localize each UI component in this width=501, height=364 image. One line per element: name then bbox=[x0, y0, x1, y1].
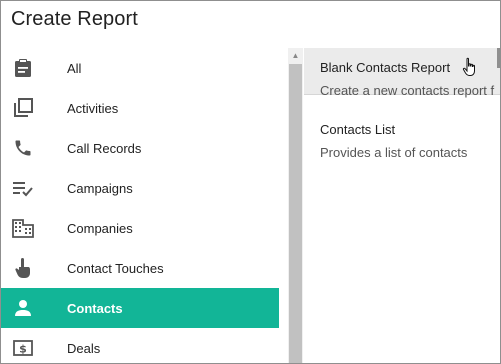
category-call-records[interactable]: Call Records bbox=[1, 128, 279, 168]
dollar-icon: $ bbox=[12, 338, 34, 358]
svg-text:$: $ bbox=[19, 343, 27, 356]
category-campaigns[interactable]: Campaigns bbox=[1, 168, 279, 208]
category-list: All Activities Call Records Campaigns Co… bbox=[1, 48, 279, 363]
report-list: Blank Contacts Report Create a new conta… bbox=[304, 48, 500, 363]
category-deals[interactable]: $ Deals bbox=[1, 328, 279, 363]
category-label: Deals bbox=[67, 340, 101, 356]
category-label: Call Records bbox=[67, 140, 142, 156]
person-icon bbox=[12, 298, 34, 318]
create-report-dialog: Create Report All Activities Call Record… bbox=[0, 0, 501, 364]
report-item-blank-contacts[interactable]: Blank Contacts Report Create a new conta… bbox=[304, 48, 500, 98]
activities-icon bbox=[12, 98, 34, 118]
category-label: Contact Touches bbox=[67, 260, 164, 276]
scroll-up-icon[interactable]: ▲ bbox=[288, 48, 303, 63]
report-description: Provides a list of contacts bbox=[320, 145, 468, 160]
report-title: Contacts List bbox=[320, 122, 396, 137]
category-label: Campaigns bbox=[67, 180, 133, 196]
category-contact-touches[interactable]: Contact Touches bbox=[1, 248, 279, 288]
hand-pointer-icon bbox=[462, 57, 478, 82]
report-list-scrollbar[interactable]: ▲ bbox=[288, 48, 303, 363]
phone-icon bbox=[12, 138, 34, 158]
report-description: Create a new contacts report f bbox=[320, 83, 495, 98]
scrollbar-thumb[interactable] bbox=[289, 64, 302, 363]
touch-icon bbox=[12, 258, 34, 278]
category-activities[interactable]: Activities bbox=[1, 88, 279, 128]
campaigns-icon bbox=[12, 178, 34, 198]
clipboard-icon bbox=[12, 58, 34, 78]
category-companies[interactable]: Companies bbox=[1, 208, 279, 248]
panel-edge bbox=[497, 48, 500, 68]
category-all[interactable]: All bbox=[1, 48, 279, 88]
category-label: Contacts bbox=[67, 300, 123, 316]
report-title: Blank Contacts Report bbox=[320, 60, 451, 75]
category-label: Companies bbox=[67, 220, 133, 236]
dialog-title: Create Report bbox=[11, 8, 138, 30]
category-label: All bbox=[67, 60, 82, 76]
building-icon bbox=[12, 218, 34, 238]
category-label: Activities bbox=[67, 100, 119, 116]
category-contacts[interactable]: Contacts bbox=[1, 288, 279, 328]
report-item-contacts-list[interactable]: Contacts List Provides a list of contact… bbox=[304, 114, 500, 174]
